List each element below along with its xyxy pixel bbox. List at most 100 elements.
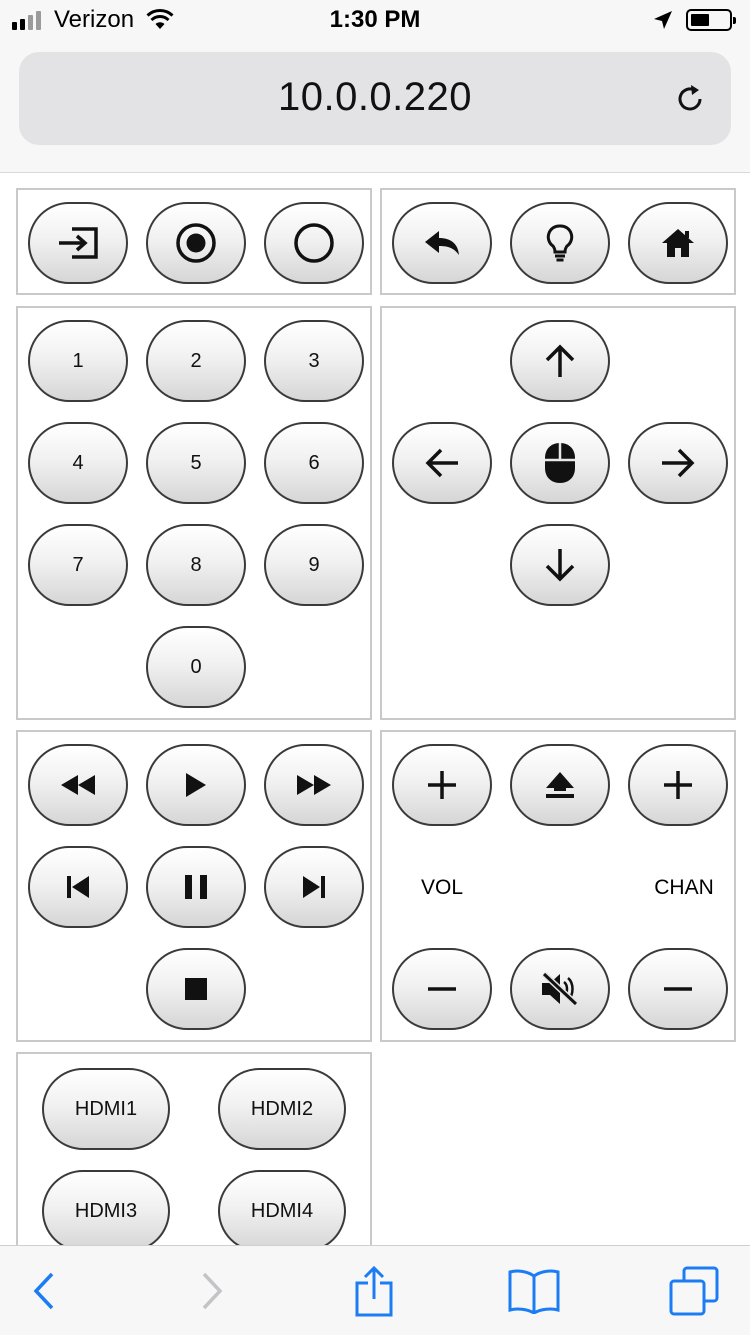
panel-number-pad: 1 2 3 4 5 6 7 8 9 0 (16, 306, 372, 720)
chan-up-button[interactable] (628, 744, 728, 826)
digit-label: 7 (72, 553, 84, 576)
hdmi2-button[interactable]: HDMI2 (218, 1068, 346, 1150)
pause-icon (185, 875, 207, 899)
left-button[interactable] (392, 422, 492, 504)
hdmi3-button[interactable]: HDMI3 (42, 1170, 170, 1252)
panel-volume-channel: VOL CHAN (380, 730, 736, 1042)
digit-label: 2 (190, 349, 202, 372)
home-button[interactable] (628, 202, 728, 284)
digit-2-button[interactable]: 2 (146, 320, 246, 402)
back-nav-button[interactable] (14, 1246, 74, 1335)
mute-icon (541, 971, 579, 1007)
digit-label: 8 (190, 553, 202, 576)
forward-icon (202, 1272, 223, 1309)
arrow-left-icon (425, 448, 458, 478)
pause-button[interactable] (146, 846, 246, 928)
mouse-icon (545, 443, 575, 483)
power-button[interactable] (264, 202, 364, 284)
digit-3-button[interactable]: 3 (264, 320, 364, 402)
digit-9-button[interactable]: 9 (264, 524, 364, 606)
browser-header: 10.0.0.220 (0, 40, 750, 173)
tabs-icon (669, 1266, 719, 1315)
skip-back-button[interactable] (28, 846, 128, 928)
rewind-button[interactable] (28, 744, 128, 826)
chan-minus-icon (664, 987, 692, 991)
arrow-up-icon (545, 344, 575, 377)
hdmi-label: HDMI2 (250, 1097, 314, 1120)
hdmi4-button[interactable]: HDMI4 (218, 1170, 346, 1252)
share-icon (355, 1265, 393, 1316)
digit-0-button[interactable]: 0 (146, 626, 246, 708)
down-button[interactable] (510, 524, 610, 606)
hdmi-label: HDMI1 (74, 1097, 138, 1120)
rewind-icon (61, 775, 95, 795)
record-dot-icon (176, 223, 216, 263)
play-button[interactable] (146, 744, 246, 826)
record-button[interactable] (146, 202, 246, 284)
digit-6-button[interactable]: 6 (264, 422, 364, 504)
stop-icon (185, 978, 207, 1000)
digit-label: 5 (190, 451, 202, 474)
share-button[interactable] (344, 1246, 404, 1335)
up-button[interactable] (510, 320, 610, 402)
status-time: 1:30 PM (329, 6, 421, 33)
fast-forward-button[interactable] (264, 744, 364, 826)
skip-back-icon (67, 876, 89, 898)
vol-plus-icon (428, 771, 456, 799)
chan-plus-icon (664, 771, 692, 799)
arrow-right-icon (662, 448, 695, 478)
digit-label: 0 (190, 655, 202, 678)
tabs-button[interactable] (662, 1246, 726, 1335)
back-button[interactable] (392, 202, 492, 284)
volume-label: VOL (420, 876, 464, 899)
light-button[interactable] (510, 202, 610, 284)
input-icon (59, 227, 98, 259)
hdmi-label: HDMI4 (250, 1199, 314, 1222)
home-icon (662, 229, 694, 257)
skip-forward-button[interactable] (264, 846, 364, 928)
eject-icon (546, 772, 574, 798)
digit-label: 3 (308, 349, 320, 372)
browser-toolbar (0, 1245, 750, 1335)
battery-icon (686, 9, 736, 31)
panel-playback (16, 730, 372, 1042)
chan-down-button[interactable] (628, 948, 728, 1030)
hdmi1-button[interactable]: HDMI1 (42, 1068, 170, 1150)
digit-4-button[interactable]: 4 (28, 422, 128, 504)
url-bar[interactable]: 10.0.0.220 (19, 52, 731, 145)
digit-label: 1 (72, 349, 84, 372)
stop-button[interactable] (146, 948, 246, 1030)
back-icon (33, 1272, 54, 1309)
digit-5-button[interactable]: 5 (146, 422, 246, 504)
bookmarks-button[interactable] (502, 1246, 566, 1335)
channel-label: CHAN (654, 876, 714, 899)
lightbulb-icon (546, 224, 574, 262)
arrow-down-icon (545, 549, 575, 582)
power-circle-icon (294, 223, 334, 263)
skip-forward-icon (303, 876, 325, 898)
digit-1-button[interactable]: 1 (28, 320, 128, 402)
vol-up-button[interactable] (392, 744, 492, 826)
digit-label: 4 (72, 451, 84, 474)
forward-nav-button[interactable] (182, 1246, 242, 1335)
panel-nav (380, 188, 736, 295)
back-reply-icon (425, 231, 459, 255)
digit-label: 9 (308, 553, 320, 576)
input-button[interactable] (28, 202, 128, 284)
fast-forward-icon (297, 775, 331, 795)
vol-down-button[interactable] (392, 948, 492, 1030)
right-button[interactable] (628, 422, 728, 504)
panel-power-input (16, 188, 372, 295)
url-text[interactable]: 10.0.0.220 (19, 75, 731, 120)
reload-icon[interactable] (673, 82, 707, 116)
mute-button[interactable] (510, 948, 610, 1030)
digit-7-button[interactable]: 7 (28, 524, 128, 606)
mouse-button[interactable] (510, 422, 610, 504)
eject-button[interactable] (510, 744, 610, 826)
panel-dpad (380, 306, 736, 720)
digit-8-button[interactable]: 8 (146, 524, 246, 606)
hdmi-label: HDMI3 (74, 1199, 138, 1222)
location-arrow-icon (654, 11, 672, 29)
play-icon (186, 773, 206, 797)
vol-minus-icon (428, 987, 456, 991)
